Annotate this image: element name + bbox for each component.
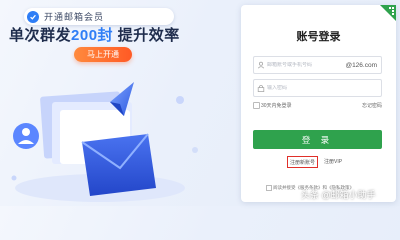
headline-part2: 提升效率 <box>113 27 180 44</box>
watermark: 头条 @邮箱小助手 <box>301 190 376 200</box>
envelope-icon <box>81 133 156 196</box>
check-icon <box>27 10 39 23</box>
login-title: 账号登录 <box>296 31 341 43</box>
register-link[interactable]: 注册新账号 <box>287 156 319 168</box>
forgot-password-link[interactable]: 忘记密码 <box>362 102 382 109</box>
member-pill[interactable]: 开通邮箱会员 <box>24 8 174 25</box>
username-input[interactable] <box>254 62 346 68</box>
domain-suffix: @126.com <box>345 61 377 69</box>
mail-illustration <box>11 82 198 202</box>
user-icon <box>257 61 265 69</box>
member-pill-text: 开通邮箱会员 <box>44 12 105 22</box>
remember-checkbox[interactable] <box>253 102 260 109</box>
username-field[interactable]: @126.com <box>253 56 382 74</box>
promo-panel: 开通邮箱会员 单次群发200封 提升效率 马上开通 <box>0 0 230 206</box>
password-input[interactable] <box>254 85 381 91</box>
password-field[interactable] <box>253 79 382 97</box>
login-panel: 账号登录 @126.com 30天内免登录 忘记密码 登 录 注册新账号 注册V… <box>241 5 396 202</box>
qr-code-icon[interactable] <box>380 5 396 21</box>
register-vip-link[interactable]: 注册VIP <box>324 158 342 165</box>
remember-label[interactable]: 30天内免登录 <box>261 102 292 109</box>
register-links: 注册新账号 注册VIP <box>241 156 396 168</box>
login-button[interactable]: 登 录 <box>253 130 382 149</box>
headline-highlight: 200封 <box>71 27 114 44</box>
lock-icon <box>257 85 265 92</box>
headline-part1: 单次群发 <box>9 27 72 44</box>
login-options: 30天内免登录 忘记密码 <box>253 101 382 111</box>
policy-checkbox[interactable] <box>266 185 272 191</box>
promo-headline: 单次群发200封 提升效率 <box>9 24 180 45</box>
user-icon <box>13 123 39 149</box>
